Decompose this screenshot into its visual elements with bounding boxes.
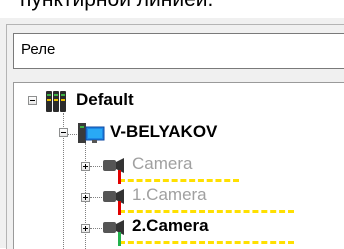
- camera-icon: [103, 220, 124, 237]
- dashed-link-indicator: [119, 179, 239, 182]
- tree-node-label[interactable]: Camera: [132, 154, 192, 174]
- expand-toggle[interactable]: [81, 193, 90, 202]
- dashed-link-indicator: [119, 210, 294, 213]
- search-input[interactable]: Реле: [13, 33, 344, 69]
- caption-text: пунктирной линией.: [20, 0, 213, 12]
- tree-node-label[interactable]: 2.Camera: [132, 216, 209, 236]
- status-marker: [118, 236, 121, 246]
- server-rack-icon: [46, 91, 66, 112]
- collapse-toggle[interactable]: [59, 128, 68, 137]
- camera-icon: [103, 189, 124, 206]
- tree-node-label[interactable]: 1.Camera: [132, 185, 207, 205]
- tree-node-label[interactable]: Default: [76, 90, 134, 110]
- tree-node-label[interactable]: V-BELYAKOV: [110, 122, 217, 142]
- device-tree[interactable]: Default V-BELYAKOV Camera 1.Camera 2.Cam…: [13, 82, 344, 249]
- camera-icon: [103, 158, 124, 175]
- expand-toggle[interactable]: [81, 224, 90, 233]
- status-marker: [118, 205, 121, 215]
- collapse-toggle[interactable]: [28, 96, 37, 105]
- status-marker: [118, 174, 121, 184]
- expand-toggle[interactable]: [81, 162, 90, 171]
- computer-icon: [78, 123, 105, 143]
- dashed-link-indicator: [119, 241, 294, 244]
